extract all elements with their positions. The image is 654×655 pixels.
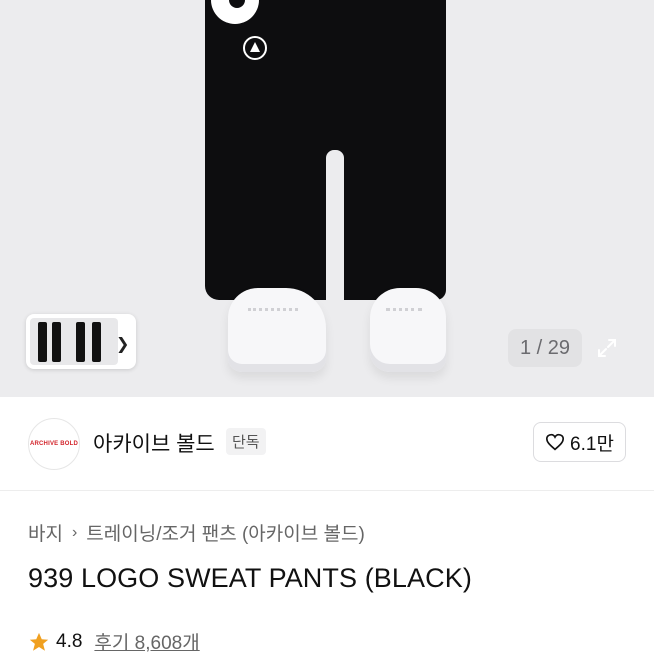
brand-logo[interactable]: ARCHIVE BOLD	[28, 418, 80, 470]
logo-badge-icon	[243, 36, 267, 60]
reviews-link[interactable]: 후기 8,608개	[94, 628, 199, 655]
image-counter: 1 / 29	[508, 329, 582, 367]
pants-left-leg	[205, 0, 331, 300]
chevron-right-icon: ›	[71, 523, 78, 541]
print-graphic	[211, 0, 259, 24]
like-button[interactable]: 6.1만	[533, 422, 626, 462]
thumbnail-image[interactable]	[30, 318, 118, 365]
brand-logo-text: ARCHIVE BOLD	[29, 441, 79, 447]
like-count: 6.1만	[570, 433, 614, 455]
breadcrumb-subcategory[interactable]: 트레이닝/조거 팬츠 (아카이브 볼드)	[86, 519, 365, 546]
exclusive-badge: 단독	[226, 428, 266, 455]
breadcrumb: 바지 › 트레이닝/조거 팬츠 (아카이브 볼드)	[28, 519, 365, 546]
heart-icon	[546, 433, 565, 451]
rating-value: 4.8	[56, 630, 83, 652]
star-icon	[29, 632, 49, 651]
brand-name-link[interactable]: 아카이브 볼드	[93, 428, 215, 458]
expand-icon[interactable]	[587, 329, 627, 367]
rating-row: 4.8 후기 8,608개	[28, 628, 200, 655]
chevron-right-icon[interactable]: ❯	[116, 334, 129, 354]
left-sneaker	[228, 288, 326, 372]
right-sneaker	[370, 288, 446, 372]
divider	[0, 490, 654, 491]
leg-gap	[326, 150, 344, 310]
product-title: 939 LOGO SWEAT PANTS (BLACK)	[28, 563, 472, 593]
product-image-gallery[interactable]: ❯ 1 / 29	[0, 0, 654, 397]
breadcrumb-category[interactable]: 바지	[28, 519, 63, 546]
